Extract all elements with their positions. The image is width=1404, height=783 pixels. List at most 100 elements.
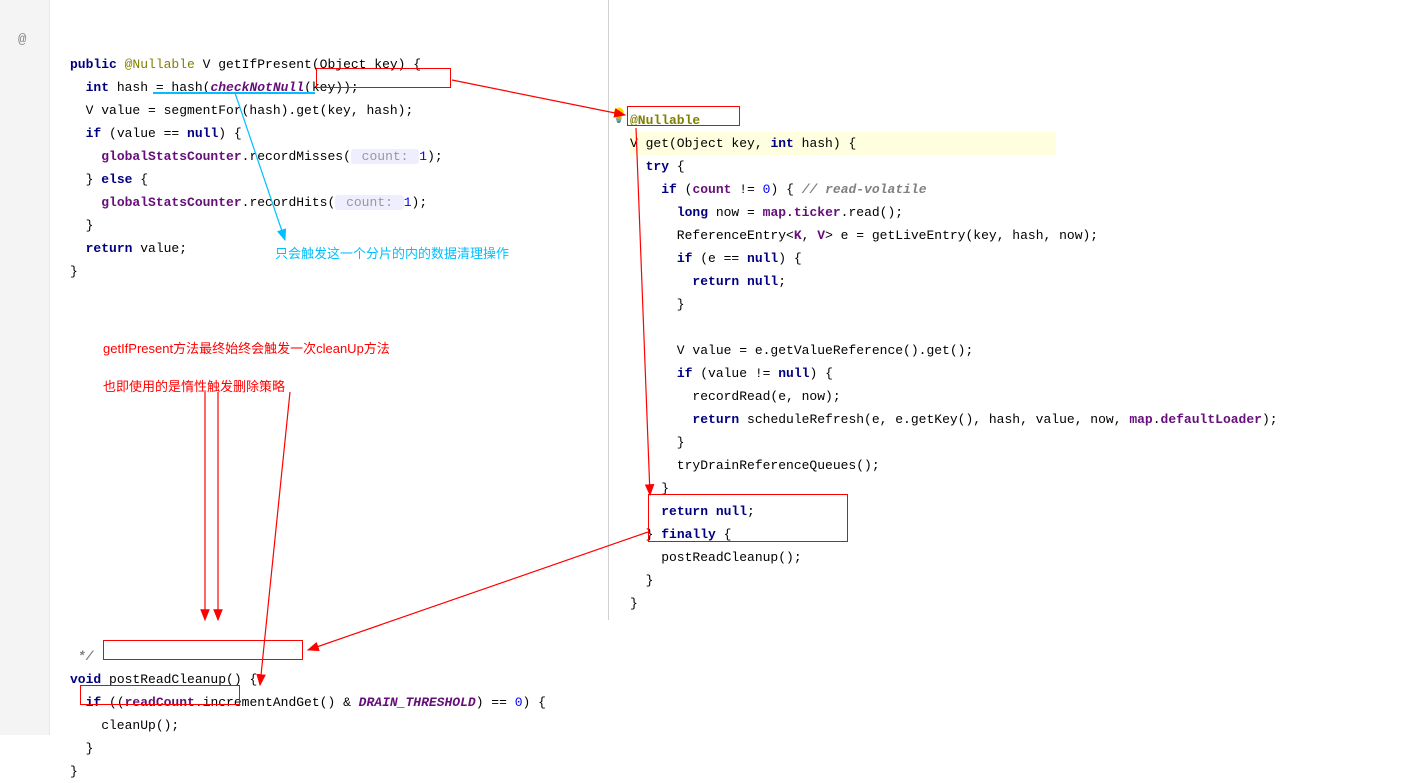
keyword-if: if	[661, 182, 677, 197]
code-text: }	[630, 527, 661, 542]
field-ref: map	[763, 205, 786, 220]
field-ref: count	[692, 182, 731, 197]
code-text: (value !=	[692, 366, 778, 381]
keyword-public: public	[70, 57, 117, 72]
code-text: }	[70, 741, 93, 756]
code-text: }	[70, 264, 78, 279]
code-text: V value = segmentFor(hash).get(key, hash…	[70, 103, 413, 118]
number: 1	[419, 149, 427, 164]
annotation-text: getIfPresent方法最终始终会触发一次cleanUp方法	[103, 338, 390, 357]
keyword-if: if	[677, 366, 693, 381]
number: 1	[404, 195, 412, 210]
code-text: ,	[802, 228, 818, 243]
code-text: tryDrainReferenceQueues();	[630, 458, 880, 473]
underline-annotation	[153, 92, 315, 94]
code-text: .	[786, 205, 794, 220]
code-text: scheduleRefresh(e, e.getKey(), hash, val…	[739, 412, 1129, 427]
code-text: {	[132, 172, 148, 187]
comment: */	[70, 649, 93, 664]
code-text: }	[70, 764, 78, 779]
field-ref: map	[1129, 412, 1152, 427]
code-text: ) {	[778, 251, 801, 266]
code-text: ) {	[523, 695, 546, 710]
type-param: K	[794, 228, 802, 243]
keyword-if: if	[677, 251, 693, 266]
keyword-return-null: return null	[692, 274, 778, 289]
code-text: ) ==	[476, 695, 515, 710]
right-code-block: @Nullable V get(Object key, int hash) { …	[630, 86, 1278, 615]
code-text: }	[630, 481, 669, 496]
code-text: ) {	[218, 126, 241, 141]
code-text: .recordHits(	[242, 195, 336, 210]
keyword-return: return	[692, 412, 739, 427]
code-text: }	[630, 573, 653, 588]
code-text: .read();	[841, 205, 903, 220]
code-text: (e ==	[692, 251, 747, 266]
code-text: ((	[101, 695, 124, 710]
keyword-if: if	[86, 126, 102, 141]
annotation-text: 也即使用的是惰性触发删除策略	[103, 376, 285, 395]
code-text: {	[669, 159, 685, 174]
keyword-try: try	[646, 159, 669, 174]
code-text: ) {	[770, 182, 801, 197]
keyword-int: int	[770, 136, 793, 151]
code-text: }	[70, 218, 93, 233]
comment: // read-volatile	[802, 182, 927, 197]
code-text: .incrementAndGet() &	[195, 695, 359, 710]
code-text: V getIfPresent(Object key) {	[195, 57, 421, 72]
code-text: ) {	[809, 366, 832, 381]
code-text: }	[70, 172, 101, 187]
intention-bulb-icon[interactable]: 💡	[610, 108, 627, 125]
keyword-null: null	[747, 251, 778, 266]
constant: DRAIN_THRESHOLD	[359, 695, 476, 710]
number: 0	[515, 695, 523, 710]
code-text: V value = e.getValueReference().get();	[630, 343, 973, 358]
param-hint: count:	[335, 195, 403, 210]
override-icon[interactable]: @	[18, 32, 26, 48]
code-text: (	[677, 182, 693, 197]
code-text: );	[1262, 412, 1278, 427]
keyword-int: int	[86, 80, 109, 95]
keyword-null: null	[187, 126, 218, 141]
keyword-return-null: return null	[661, 504, 747, 519]
keyword-return: return	[86, 241, 133, 256]
code-text: );	[412, 195, 428, 210]
annotation-text: 只会触发这一个分片的内的数据清理操作	[275, 243, 509, 262]
annotation-nullable: @Nullable	[125, 57, 195, 72]
code-text: }	[630, 596, 638, 611]
keyword-null: null	[778, 366, 809, 381]
keyword-finally: finally	[661, 527, 716, 542]
code-text: now =	[708, 205, 763, 220]
code-text: postReadCleanup();	[630, 550, 802, 565]
keyword-void: void	[70, 672, 101, 687]
code-text: (value ==	[101, 126, 187, 141]
field-ref: defaultLoader	[1161, 412, 1262, 427]
code-text: }	[630, 435, 685, 450]
code-text: recordRead(e, now);	[630, 389, 841, 404]
code-text: > e = getLiveEntry(key, hash, now);	[825, 228, 1098, 243]
field-ref: readCount	[125, 695, 195, 710]
keyword-else: else	[101, 172, 132, 187]
code-text: ;	[747, 504, 755, 519]
code-text: value;	[132, 241, 187, 256]
code-text: V get(Object key,	[630, 136, 770, 151]
field-ref: globalStatsCounter	[101, 195, 241, 210]
param-hint: count:	[351, 149, 419, 164]
type-param: V	[817, 228, 825, 243]
code-text: }	[630, 297, 685, 312]
field-ref: ticker	[794, 205, 841, 220]
code-text: ReferenceEntry<	[630, 228, 794, 243]
code-text: .	[1153, 412, 1161, 427]
annotation-nullable: @Nullable	[630, 113, 700, 128]
code-text: .recordMisses(	[242, 149, 351, 164]
code-text: ;	[778, 274, 786, 289]
code-text: );	[427, 149, 443, 164]
keyword-if: if	[86, 695, 102, 710]
code-text: postReadCleanup() {	[101, 672, 257, 687]
code-text: hash) {	[794, 136, 856, 151]
editor-gutter: @	[0, 0, 50, 735]
keyword-long: long	[677, 205, 708, 220]
code-text: {	[716, 527, 732, 542]
code-text: cleanUp();	[70, 718, 179, 733]
code-text: !=	[731, 182, 762, 197]
